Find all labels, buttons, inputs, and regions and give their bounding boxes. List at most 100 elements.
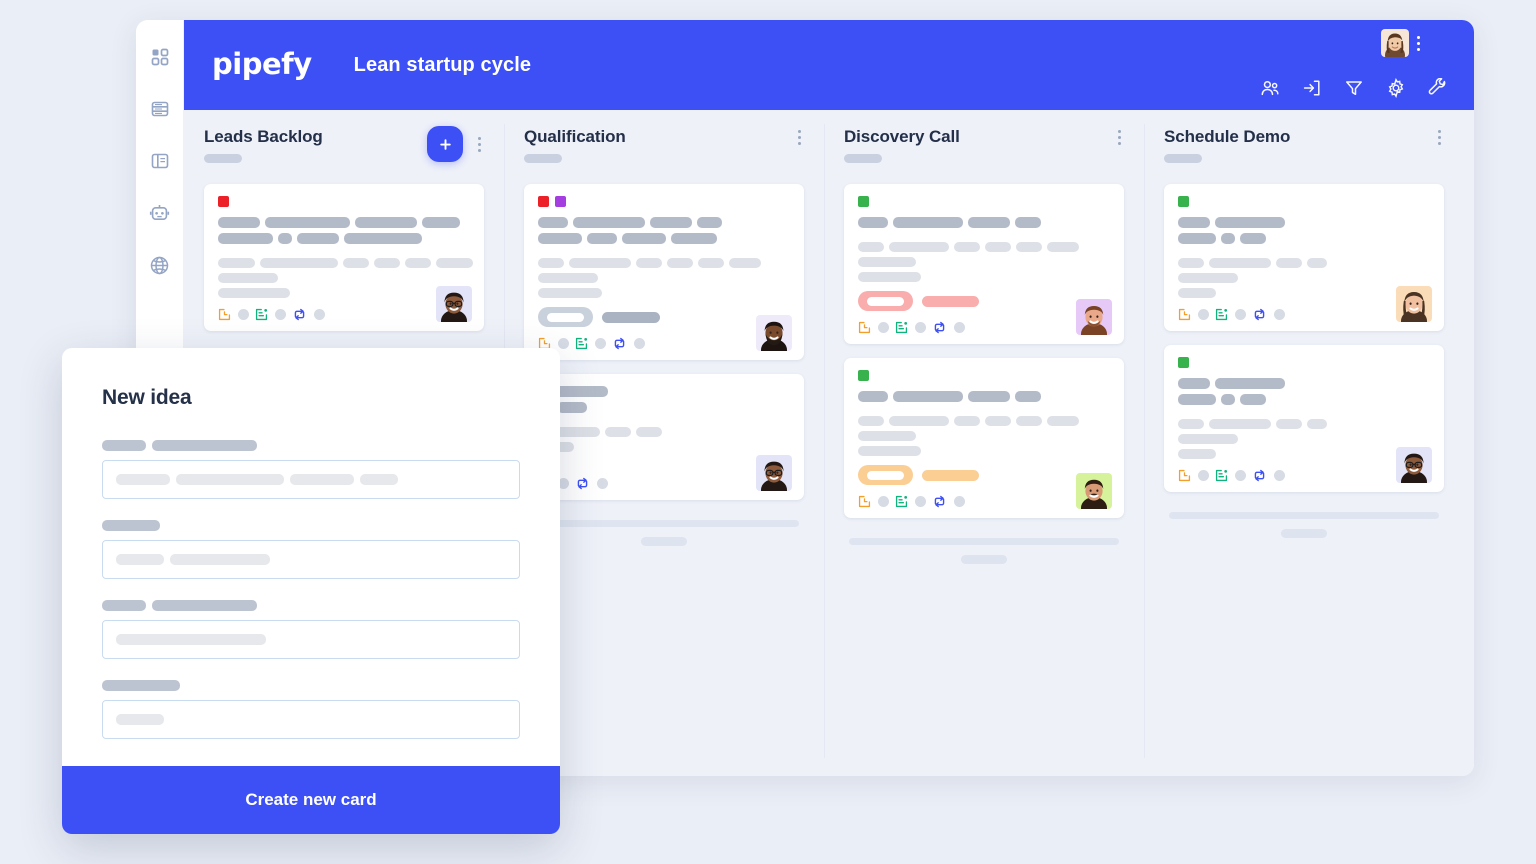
skeleton-bar bbox=[1047, 242, 1079, 252]
board-card[interactable] bbox=[524, 184, 804, 360]
connection-icon[interactable] bbox=[1252, 308, 1267, 321]
column-kebab-menu[interactable] bbox=[795, 126, 804, 149]
gear-icon[interactable] bbox=[1386, 78, 1406, 98]
create-new-card-button[interactable]: Create new card bbox=[62, 766, 560, 834]
calendar-check-icon[interactable] bbox=[1215, 469, 1228, 482]
skeleton-bar bbox=[1307, 258, 1327, 268]
board-title: Lean startup cycle bbox=[353, 53, 532, 76]
skeleton-bar bbox=[1178, 233, 1216, 244]
card-assignee-avatar[interactable] bbox=[1396, 447, 1432, 483]
clock-icon[interactable] bbox=[1178, 469, 1191, 482]
skeleton-bar bbox=[557, 402, 587, 413]
skeleton-bar bbox=[1209, 258, 1271, 268]
skeleton-bar bbox=[278, 233, 292, 244]
import-icon[interactable] bbox=[1302, 78, 1322, 98]
filter-icon[interactable] bbox=[1344, 78, 1364, 98]
board-card[interactable] bbox=[844, 358, 1124, 518]
skeleton-bar bbox=[1215, 378, 1285, 389]
skeleton-bar bbox=[985, 242, 1011, 252]
card-assignee-avatar[interactable] bbox=[1396, 286, 1432, 322]
skeleton-bar bbox=[422, 217, 460, 228]
column-kebab-menu[interactable] bbox=[1115, 126, 1124, 149]
robot-automation-icon bbox=[149, 203, 170, 224]
connection-icon[interactable] bbox=[1252, 469, 1267, 482]
footer-dot-skeleton bbox=[1235, 309, 1246, 320]
header-kebab-menu[interactable] bbox=[1415, 32, 1422, 55]
clock-icon[interactable] bbox=[858, 321, 871, 334]
footer-dot-skeleton bbox=[558, 338, 569, 349]
skeleton-bar bbox=[1276, 419, 1302, 429]
skeleton-bar bbox=[1178, 258, 1204, 268]
field-input[interactable] bbox=[102, 460, 520, 499]
card-labels bbox=[858, 196, 1110, 207]
avatar[interactable] bbox=[1381, 29, 1409, 57]
column-count-skeleton bbox=[204, 154, 242, 163]
sidebar-item-automations[interactable] bbox=[147, 200, 173, 226]
wrench-icon[interactable] bbox=[1428, 78, 1448, 98]
footer-dot-skeleton bbox=[275, 309, 286, 320]
connection-icon[interactable] bbox=[575, 477, 590, 490]
board-card[interactable] bbox=[524, 374, 804, 500]
card-label bbox=[1178, 196, 1189, 207]
skeleton-bar bbox=[667, 258, 693, 268]
card-assignee-avatar[interactable] bbox=[756, 455, 792, 491]
skeleton-bar bbox=[569, 258, 631, 268]
column-loading-skeleton bbox=[524, 514, 804, 546]
field-input[interactable] bbox=[102, 700, 520, 739]
skeleton-bar bbox=[102, 680, 180, 691]
calendar-check-icon[interactable] bbox=[895, 495, 908, 508]
column-kebab-menu[interactable] bbox=[1435, 126, 1444, 149]
clock-icon[interactable] bbox=[1178, 308, 1191, 321]
card-assignee-avatar[interactable] bbox=[756, 315, 792, 351]
board-card[interactable] bbox=[204, 184, 484, 331]
field-label-skeleton bbox=[102, 520, 520, 531]
skeleton-bar bbox=[344, 233, 422, 244]
ghost-chip bbox=[1281, 529, 1327, 538]
sidebar-item-portals[interactable] bbox=[147, 148, 173, 174]
connection-icon[interactable] bbox=[932, 321, 947, 334]
skeleton-bar bbox=[355, 217, 417, 228]
calendar-check-icon[interactable] bbox=[1215, 308, 1228, 321]
skeleton-bar bbox=[218, 217, 260, 228]
card-label bbox=[538, 196, 549, 207]
connection-icon[interactable] bbox=[292, 308, 307, 321]
card-body-skeleton bbox=[218, 258, 473, 298]
field-input[interactable] bbox=[102, 540, 520, 579]
sidebar-item-public[interactable] bbox=[147, 252, 173, 278]
board-card[interactable] bbox=[844, 184, 1124, 344]
board-column: Discovery Call bbox=[824, 110, 1144, 776]
skeleton-bar bbox=[954, 242, 980, 252]
column-actions bbox=[795, 126, 804, 149]
skeleton-bar bbox=[260, 258, 338, 268]
calendar-check-icon[interactable] bbox=[575, 337, 588, 350]
sidebar-item-dashboard[interactable] bbox=[147, 44, 173, 70]
field-input[interactable] bbox=[102, 620, 520, 659]
calendar-check-icon[interactable] bbox=[255, 308, 268, 321]
ghost-line bbox=[1169, 512, 1439, 519]
column-kebab-menu[interactable] bbox=[475, 133, 484, 156]
connection-icon[interactable] bbox=[612, 337, 627, 350]
board-card[interactable] bbox=[1164, 345, 1444, 492]
sidebar-item-database[interactable] bbox=[147, 96, 173, 122]
board-column: Schedule Demo bbox=[1144, 110, 1464, 776]
skeleton-bar bbox=[1178, 217, 1210, 228]
card-assignee-avatar[interactable] bbox=[436, 286, 472, 322]
footer-dot-skeleton bbox=[915, 496, 926, 507]
app-header: pipefy Lean startup cycle bbox=[184, 20, 1474, 110]
skeleton-bar bbox=[893, 217, 963, 228]
ghost-chip bbox=[641, 537, 687, 546]
card-footer bbox=[858, 495, 1110, 508]
skeleton-bar bbox=[538, 273, 598, 283]
clock-icon[interactable] bbox=[858, 495, 871, 508]
card-assignee-avatar[interactable] bbox=[1076, 473, 1112, 509]
clock-icon[interactable] bbox=[218, 308, 231, 321]
card-assignee-avatar[interactable] bbox=[1076, 299, 1112, 335]
skeleton-bar bbox=[218, 258, 255, 268]
card-badge-bar bbox=[602, 311, 660, 323]
skeleton-bar bbox=[343, 258, 369, 268]
members-icon[interactable] bbox=[1260, 78, 1280, 98]
calendar-check-icon[interactable] bbox=[895, 321, 908, 334]
connection-icon[interactable] bbox=[932, 495, 947, 508]
add-card-button[interactable] bbox=[427, 126, 463, 162]
board-card[interactable] bbox=[1164, 184, 1444, 331]
